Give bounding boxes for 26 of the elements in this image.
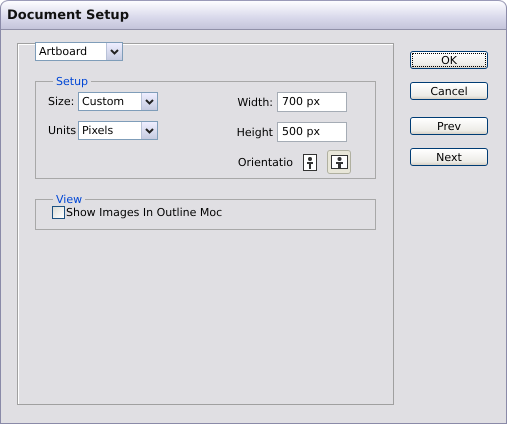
group-title: View — [55, 193, 84, 206]
checkbox[interactable] — [52, 206, 65, 219]
field-label: Height — [236, 126, 273, 138]
dialog-button[interactable]: Cancel — [410, 82, 488, 100]
portrait-page-icon — [302, 154, 316, 170]
dropdown[interactable]: Artboard — [35, 42, 123, 61]
field-label: Units — [48, 124, 74, 137]
checkbox-label[interactable]: Show Images In Outline Moc — [66, 206, 222, 219]
field-label: Size: — [48, 95, 74, 108]
chevron-down-icon — [145, 98, 154, 104]
window-title: Document Setup — [7, 8, 129, 23]
group-title: Setup — [55, 75, 90, 88]
chevron-down-icon — [145, 128, 154, 134]
dropdown[interactable]: Pixels — [78, 121, 158, 140]
orientation-button[interactable] — [301, 152, 318, 172]
dialog-button[interactable]: Prev — [410, 117, 488, 135]
dropdown[interactable]: Custom — [78, 92, 158, 111]
input-field[interactable]: 500 px — [277, 122, 347, 142]
field-label: Width: — [237, 96, 273, 108]
orientation-button[interactable] — [327, 150, 351, 174]
dialog-button[interactable]: OK — [410, 51, 488, 69]
field-label: Orientatio — [238, 156, 293, 168]
input-field[interactable]: 700 px — [277, 92, 347, 112]
dialog-button[interactable]: Next — [410, 148, 488, 166]
landscape-page-icon — [330, 155, 348, 169]
chevron-down-icon — [110, 48, 119, 54]
